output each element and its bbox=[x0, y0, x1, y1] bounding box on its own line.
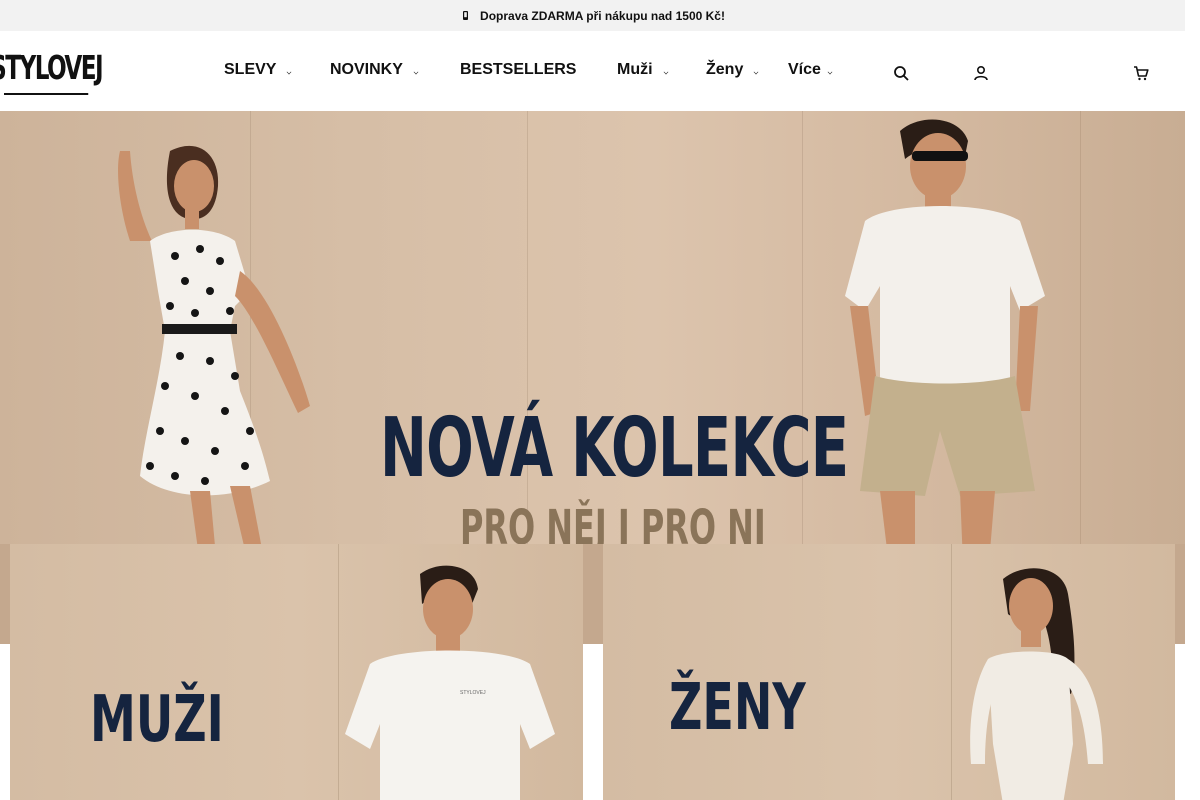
search-icon[interactable] bbox=[893, 65, 909, 81]
chevron-down-icon bbox=[413, 69, 419, 74]
chevron-down-icon bbox=[827, 69, 833, 74]
men-category-image: STYLOVEJ bbox=[345, 565, 555, 800]
site-header: STYLOVEJ SLEVY NOVINKY BESTSELLERS Muži … bbox=[0, 31, 1185, 111]
nav-item-novinky[interactable]: NOVINKY bbox=[330, 61, 419, 79]
category-title-women: ŽENY bbox=[669, 671, 806, 745]
category-title-men: MUŽI bbox=[90, 683, 224, 757]
chevron-down-icon bbox=[287, 69, 292, 74]
hero-title: NOVÁ KOLEKCE bbox=[380, 401, 849, 496]
nav-item-muzi[interactable]: Muži bbox=[617, 61, 669, 79]
nav-item-vice[interactable]: Více bbox=[788, 61, 833, 79]
category-cards: STYLOVEJ MUŽI ŽENY bbox=[0, 544, 1185, 800]
svg-text:STYLOVEJ: STYLOVEJ bbox=[460, 690, 486, 696]
logo[interactable]: STYLOVEJ bbox=[0, 41, 104, 95]
chevron-down-icon bbox=[663, 69, 668, 74]
nav-item-bestsellers[interactable]: BESTSELLERS bbox=[460, 61, 576, 79]
nav-item-slevy[interactable]: SLEVY bbox=[224, 61, 292, 79]
cart-icon[interactable] bbox=[1133, 65, 1149, 81]
category-card-men[interactable]: STYLOVEJ MUŽI bbox=[10, 544, 583, 800]
nav-item-zeny[interactable]: Ženy bbox=[706, 61, 759, 79]
truck-icon bbox=[460, 10, 472, 22]
announcement-bar: Doprava ZDARMA při nákupu nad 1500 Kč! bbox=[0, 0, 1185, 31]
chevron-down-icon bbox=[754, 69, 759, 74]
user-icon[interactable] bbox=[973, 65, 989, 81]
announcement-text: Doprava ZDARMA při nákupu nad 1500 Kč! bbox=[480, 8, 725, 23]
women-category-image bbox=[970, 568, 1103, 800]
category-card-women[interactable]: ŽENY bbox=[603, 544, 1175, 800]
